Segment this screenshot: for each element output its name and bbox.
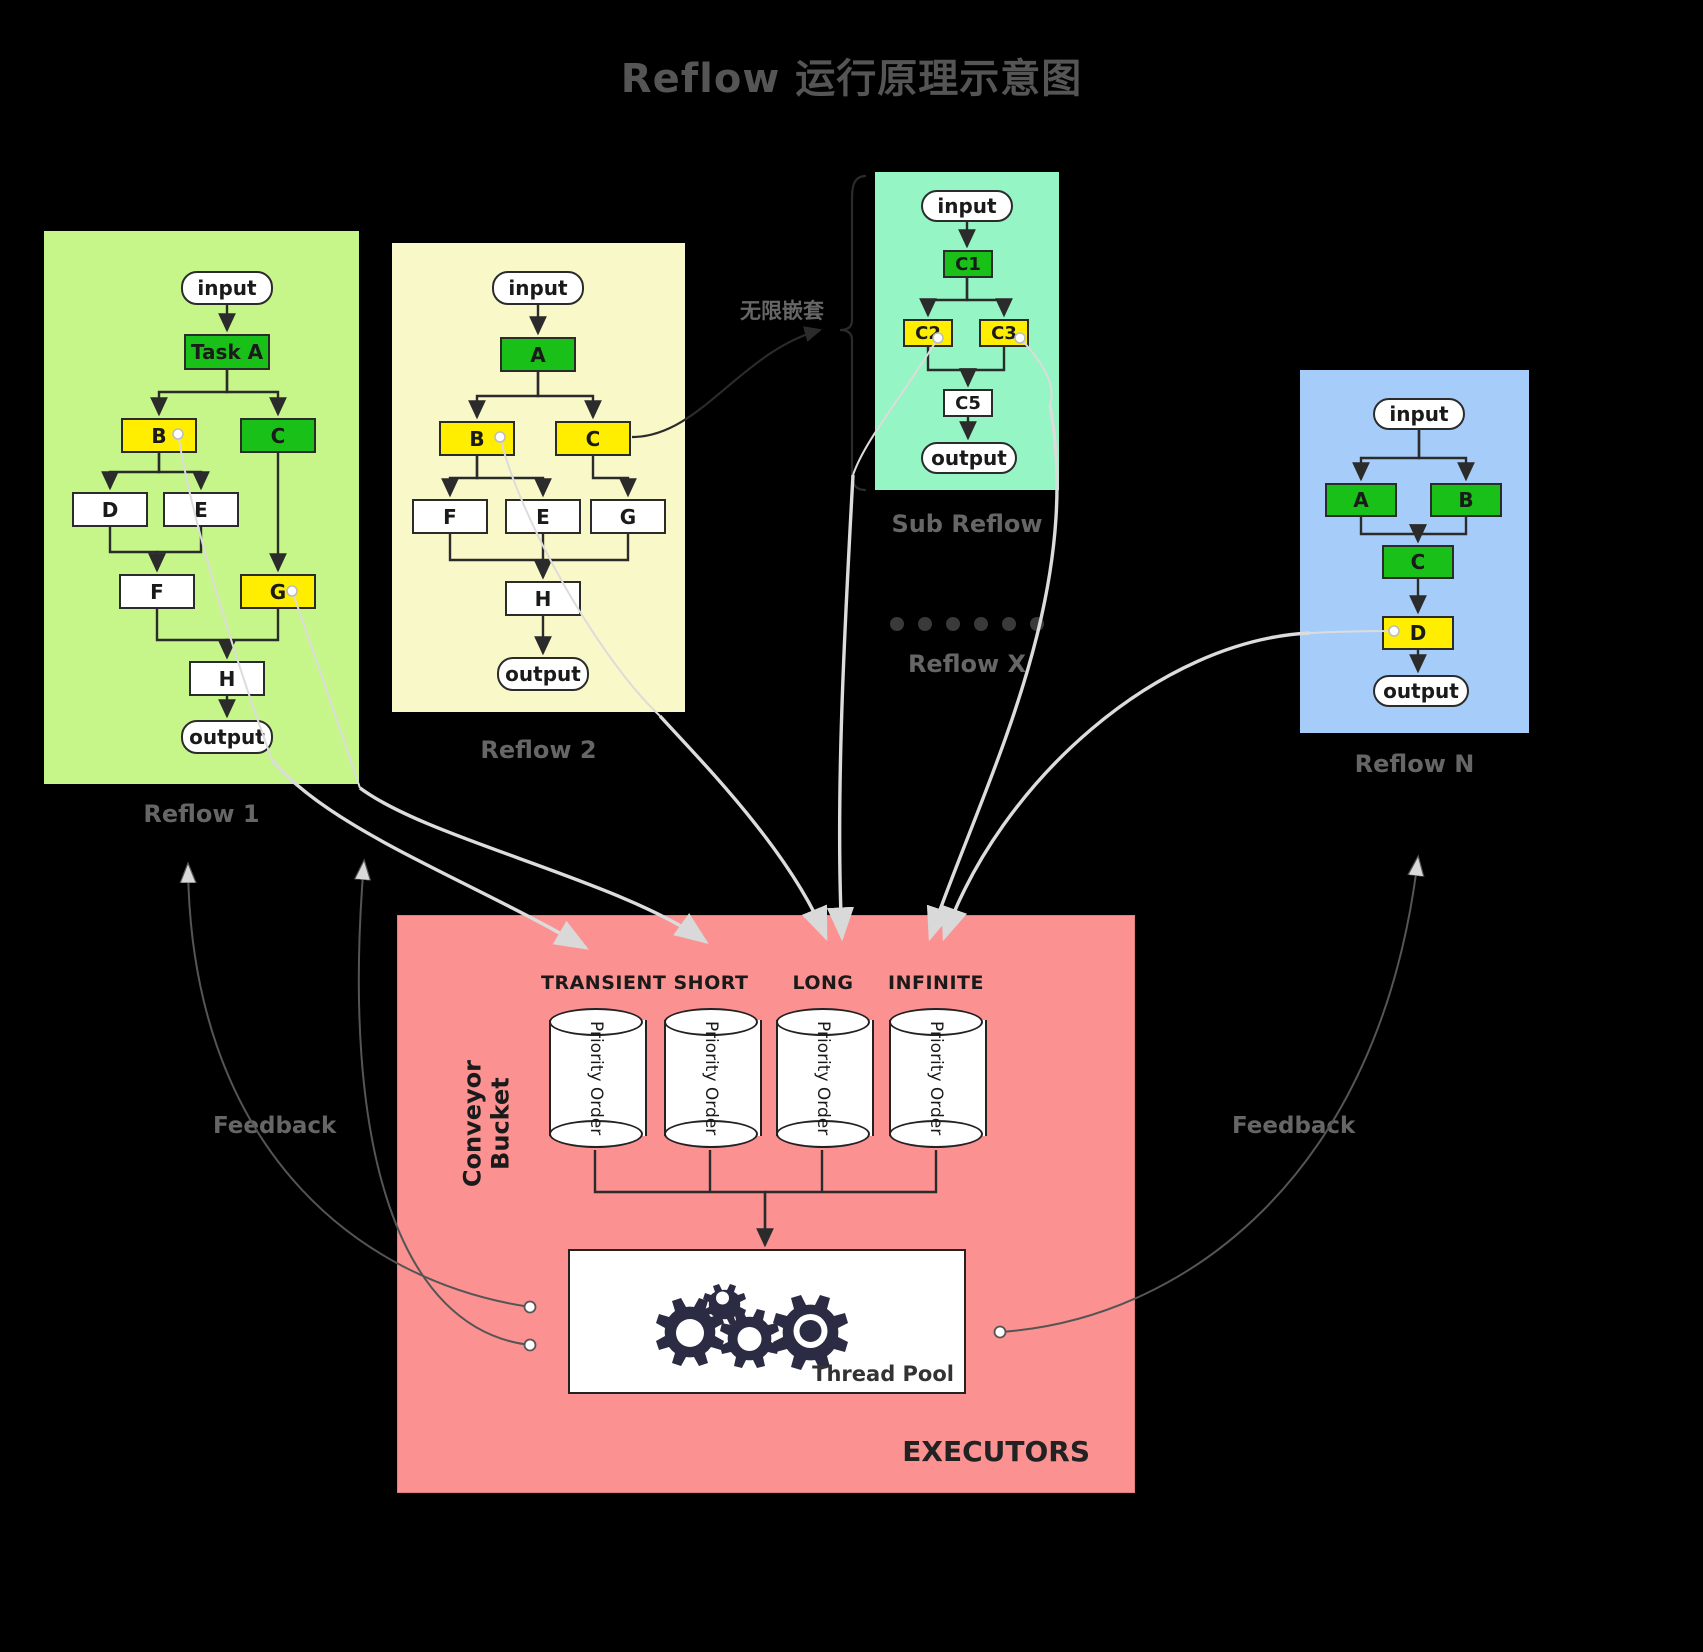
reflow1-node-e[interactable]: E xyxy=(163,492,239,527)
reflow1-node-g[interactable]: G xyxy=(240,574,316,609)
reflown-node-b[interactable]: B xyxy=(1430,483,1502,517)
reflown-node-output[interactable]: output xyxy=(1373,675,1469,707)
executors-panel[interactable]: Conveyor Bucket TRANSIENT Priority Order… xyxy=(397,915,1135,1493)
reflow1-node-input[interactable]: input xyxy=(181,271,273,305)
reflow2-node-a[interactable]: A xyxy=(500,337,576,372)
reflow2-node-h[interactable]: H xyxy=(505,581,581,616)
reflow-x-label: Reflow X xyxy=(907,650,1027,678)
reflow1-node-d[interactable]: D xyxy=(72,492,148,527)
feedback-label-right: Feedback xyxy=(1232,1113,1356,1139)
queue-transient-cylinder: Priority Order xyxy=(549,1008,647,1148)
subreflow-node-c2[interactable]: C2 xyxy=(903,319,953,347)
reflown-node-d[interactable]: D xyxy=(1382,616,1454,650)
queue-long-label: LONG xyxy=(792,972,854,994)
reflow-n-label: Reflow N xyxy=(1354,750,1475,778)
reflow-x-dots xyxy=(875,617,1059,631)
reflow1-node-output[interactable]: output xyxy=(181,720,273,754)
page-title: Reflow 运行原理示意图 xyxy=(620,56,1083,102)
subreflow-node-c5[interactable]: C5 xyxy=(943,389,993,417)
reflow-1-label: Reflow 1 xyxy=(143,800,260,828)
queue-transient-order: Priority Order xyxy=(586,1020,606,1136)
queue-long-order: Priority Order xyxy=(813,1020,833,1136)
queue-transient[interactable]: TRANSIENT Priority Order xyxy=(541,972,667,1148)
reflow1-node-c[interactable]: C xyxy=(240,418,316,453)
subreflow-node-c1[interactable]: C1 xyxy=(943,250,993,278)
reflow2-node-b[interactable]: B xyxy=(439,421,515,456)
executors-title: EXECUTORS xyxy=(902,1435,1090,1468)
diagram-canvas: Reflow 运行原理示意图 无限嵌套 Reflow 1 input Task … xyxy=(0,0,1703,1652)
queue-short-cylinder: Priority Order xyxy=(664,1008,762,1148)
conveyor-bucket-label: Conveyor Bucket xyxy=(458,1060,514,1188)
reflow-2-label: Reflow 2 xyxy=(480,736,597,764)
reflow2-node-input[interactable]: input xyxy=(492,271,584,305)
gears-icon xyxy=(656,1284,848,1370)
thread-pool-label: Thread Pool xyxy=(812,1362,954,1386)
queue-infinite-label: INFINITE xyxy=(888,972,984,994)
thread-pool-box[interactable]: Thread Pool xyxy=(568,1249,966,1394)
queue-short-label: SHORT xyxy=(673,972,749,994)
queue-transient-label: TRANSIENT xyxy=(541,972,667,994)
queue-long-cylinder: Priority Order xyxy=(776,1008,874,1148)
reflow-2-panel[interactable] xyxy=(392,243,685,712)
queue-infinite[interactable]: INFINITE Priority Order xyxy=(881,972,991,1148)
reflow1-node-task-a[interactable]: Task A xyxy=(184,334,270,370)
subreflow-node-input[interactable]: input xyxy=(921,190,1013,222)
reflow2-node-e[interactable]: E xyxy=(505,499,581,534)
reflow1-node-h[interactable]: H xyxy=(189,661,265,696)
subreflow-node-c3[interactable]: C3 xyxy=(979,319,1029,347)
subreflow-node-output[interactable]: output xyxy=(921,442,1017,474)
reflown-node-a[interactable]: A xyxy=(1325,483,1397,517)
queue-short-order: Priority Order xyxy=(701,1020,721,1136)
nested-annotation-label: 无限嵌套 xyxy=(740,299,824,323)
reflow2-node-c[interactable]: C xyxy=(555,421,631,456)
reflown-node-c[interactable]: C xyxy=(1382,545,1454,579)
reflown-node-input[interactable]: input xyxy=(1373,398,1465,430)
reflow1-node-b[interactable]: B xyxy=(121,418,197,453)
reflow2-node-f[interactable]: F xyxy=(412,499,488,534)
queue-long[interactable]: LONG Priority Order xyxy=(768,972,878,1148)
queue-short[interactable]: SHORT Priority Order xyxy=(656,972,766,1148)
reflow1-node-f[interactable]: F xyxy=(119,574,195,609)
sub-reflow-label: Sub Reflow xyxy=(891,510,1043,538)
feedback-label-left: Feedback xyxy=(213,1113,337,1139)
queue-infinite-order: Priority Order xyxy=(926,1020,946,1136)
reflow2-node-output[interactable]: output xyxy=(497,657,589,691)
reflow2-node-g[interactable]: G xyxy=(590,499,666,534)
queue-infinite-cylinder: Priority Order xyxy=(889,1008,987,1148)
